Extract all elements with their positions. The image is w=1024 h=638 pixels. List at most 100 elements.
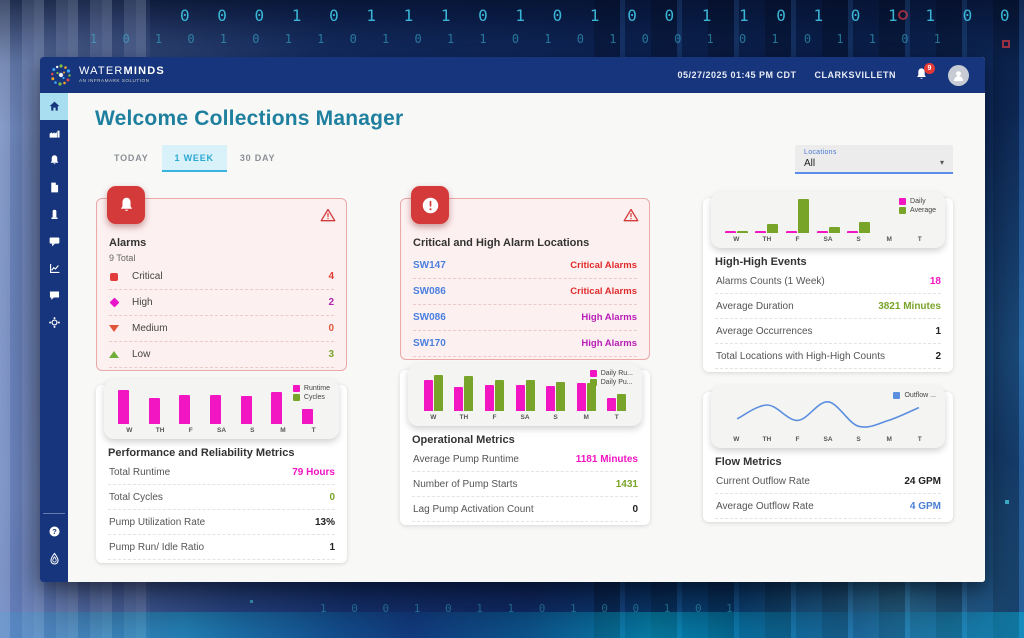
x-axis-label: T — [298, 427, 329, 434]
column-3: DailyAverage WTHFSASMT High-High Events … — [703, 198, 953, 522]
alarm-type: Critical Alarms — [570, 286, 637, 297]
alarm-type: High Alarms — [581, 338, 637, 349]
tab-today[interactable]: TODAY — [101, 145, 162, 172]
metric-row: Current Outflow Rate24 GPM — [715, 469, 941, 494]
background-circuit-square — [1002, 40, 1010, 48]
x-axis-label: TH — [752, 236, 783, 243]
critical-square-icon — [109, 273, 119, 281]
bar-group — [237, 396, 268, 424]
metric-row: Average Pump Runtime1181 Minutes — [412, 447, 638, 472]
metric-row: Average Duration3821 Minutes — [715, 294, 941, 319]
scada-screen-icon — [48, 235, 61, 248]
x-axis-label: S — [237, 427, 268, 434]
performance-chart-panel: RuntimeCycles WTHFSASMT — [104, 379, 339, 439]
main-content: Welcome Collections Manager TODAY 1 WEEK… — [68, 93, 985, 582]
bar-group — [145, 398, 176, 424]
user-avatar[interactable] — [948, 65, 969, 86]
bar — [118, 390, 129, 424]
x-axis-label: T — [601, 414, 632, 421]
x-axis-label: W — [721, 436, 752, 443]
bar — [556, 382, 565, 411]
x-axis-label: T — [904, 436, 935, 443]
x-axis-label: F — [175, 427, 206, 434]
location-link[interactable]: SW086 — [413, 312, 446, 323]
sidebar-item-scada[interactable] — [40, 228, 68, 255]
bar — [767, 224, 778, 233]
legend-item: Daily Ru... — [590, 370, 633, 377]
bar-group — [114, 390, 145, 424]
x-axis-label: F — [782, 236, 813, 243]
legend-label: Daily Pu... — [601, 379, 633, 386]
bar-group — [721, 231, 752, 233]
bar — [495, 380, 504, 411]
sidebar-item-home[interactable] — [40, 93, 68, 120]
metric-row: Total Locations with High-High Counts2 — [715, 344, 941, 369]
x-axis-label: TH — [449, 414, 480, 421]
home-icon — [48, 100, 61, 113]
tab-1-week[interactable]: 1 WEEK — [162, 145, 227, 172]
bar — [210, 395, 221, 424]
x-axis-label: W — [721, 236, 752, 243]
hydrant-icon — [48, 208, 61, 221]
sidebar-item-alarms[interactable] — [40, 147, 68, 174]
legend-label: Outflow ... — [904, 392, 936, 399]
report-document-icon — [48, 181, 61, 194]
sidebar-item-water[interactable] — [40, 545, 68, 572]
x-axis-label: S — [843, 436, 874, 443]
bell-icon — [117, 196, 136, 215]
tab-30-day[interactable]: 30 DAY — [227, 145, 289, 172]
app-window: WATERMINDS AN INFRAMARK SOLUTION 05/27/2… — [40, 57, 985, 582]
metric-row: Number of Pump Starts1431 — [412, 472, 638, 497]
sidebar-item-messages[interactable] — [40, 282, 68, 309]
exclamation-circle-icon — [421, 196, 440, 215]
location-link[interactable]: SW147 — [413, 260, 446, 271]
location-link[interactable]: SW170 — [413, 338, 446, 349]
x-axis-label: W — [418, 414, 449, 421]
chart-legend: Daily Ru... Daily Pu... — [590, 370, 633, 386]
bar — [587, 383, 596, 411]
legend-swatch — [899, 198, 906, 205]
warning-triangle-icon — [623, 208, 639, 222]
alarm-location-row: SW147 Critical Alarms — [413, 253, 637, 279]
low-count: 3 — [328, 349, 334, 360]
card-title: Critical and High Alarm Locations — [413, 237, 637, 249]
bar — [454, 387, 463, 411]
critical-count: 4 — [328, 271, 334, 282]
background-glow-bar — [0, 612, 1024, 638]
metric-row: Alarms Counts (1 Week)18 — [715, 269, 941, 294]
sidebar-item-assets[interactable] — [40, 309, 68, 336]
chart-x-labels: WTHFSASMT — [721, 236, 935, 243]
metric-row: Pump Run/ Idle Ratio1 — [108, 535, 335, 560]
background-dot — [1005, 500, 1009, 504]
alert-exclamation-badge — [411, 186, 449, 224]
chart-x-labels: WTHFSASMT — [418, 414, 632, 421]
waterminds-logo[interactable]: WATERMINDS AN INFRAMARK SOLUTION — [48, 62, 169, 88]
header-location[interactable]: CLARKSVILLETN — [815, 70, 897, 80]
x-axis-label: TH — [752, 436, 783, 443]
sidebar-item-reports[interactable] — [40, 174, 68, 201]
bar-group — [175, 395, 206, 424]
bar — [179, 395, 190, 424]
operational-chart-panel: Daily Ru...Daily Pu... WTHFSASMT — [408, 364, 642, 426]
notifications-bell-icon[interactable]: 9 — [914, 67, 930, 83]
sidebar-item-help[interactable]: ? — [40, 518, 68, 545]
alarm-type: High Alarms — [581, 312, 637, 323]
bar — [271, 392, 282, 424]
assets-gear-icon — [48, 316, 61, 329]
sidebar-item-trends[interactable] — [40, 255, 68, 282]
bell-icon — [48, 154, 61, 167]
bar — [725, 231, 736, 233]
sidebar-item-hydrants[interactable] — [40, 201, 68, 228]
performance-metrics-card: RuntimeCycles WTHFSASMT Performance and … — [96, 385, 347, 563]
metric-row: Total Cycles0 — [108, 485, 335, 510]
header-datetime: 05/27/2025 01:45 PM CDT — [677, 70, 796, 80]
x-axis-label: F — [782, 436, 813, 443]
location-link[interactable]: SW086 — [413, 286, 446, 297]
sidebar-item-lift-stations[interactable] — [40, 120, 68, 147]
tabs-row: TODAY 1 WEEK 30 DAY Locations All ▾ — [101, 145, 953, 174]
alarm-severity-row: High 2 — [109, 290, 334, 316]
legend-swatch — [893, 392, 900, 399]
locations-select[interactable]: Locations All ▾ — [795, 145, 953, 174]
x-axis-label: M — [571, 414, 602, 421]
bar-group — [843, 222, 874, 233]
